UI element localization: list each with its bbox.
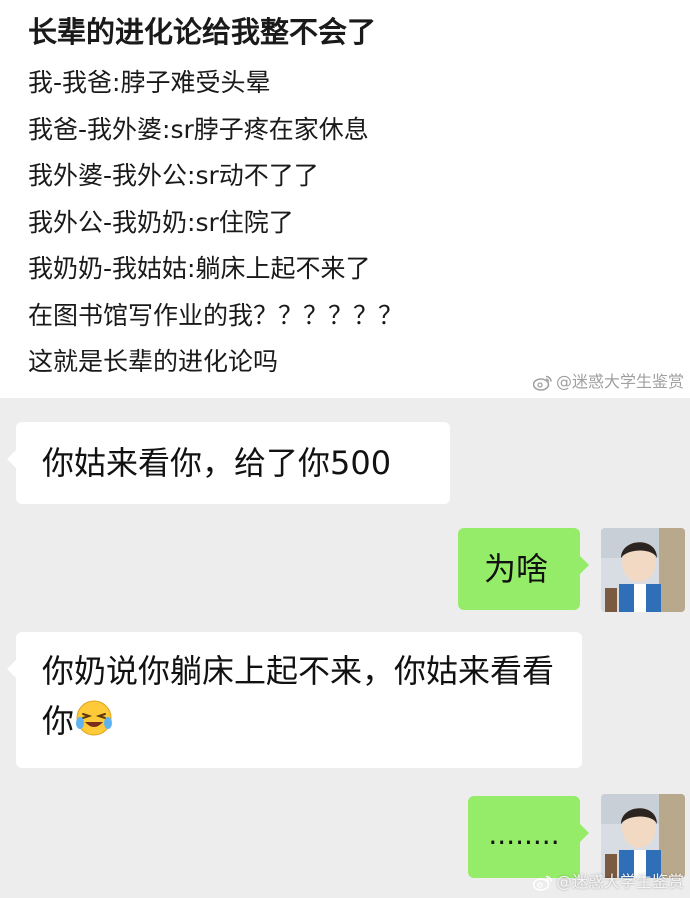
post-title: 长辈的进化论给我整不会了 [28, 15, 377, 49]
chat-bubble-outgoing[interactable]: ........ [468, 796, 589, 878]
watermark-top: @迷惑大学生鉴赏 [532, 372, 684, 392]
message-content: 你奶说你躺床上起不来，你姑来看看你 [42, 646, 562, 746]
avatar-photo [601, 528, 685, 612]
post-line-4: 我外公-我奶奶:sr住院了 [28, 207, 294, 237]
weibo-icon [532, 375, 552, 391]
avatar-photo [601, 794, 685, 878]
chat-bubble-incoming[interactable]: 你姑来看你，给了你500 [7, 422, 450, 504]
watermark-text: @迷惑大学生鉴赏 [555, 872, 684, 891]
bubble-tail [580, 556, 589, 574]
laughing-crying-face-icon [76, 700, 113, 736]
chat-screenshot: 你姑来看你，给了你500 为啥 你奶说你躺床上起不来，你姑来看看你 ......… [0, 398, 690, 898]
bubble-tail [7, 450, 16, 468]
post-line-3: 我外婆-我外公:sr动不了了 [28, 161, 319, 190]
post-line-5: 我奶奶-我姑姑:躺床上起不来了 [28, 254, 371, 283]
message-text: 为啥 [484, 550, 549, 588]
message-text: ........ [488, 818, 560, 851]
post-text-section: 长辈的进化论给我整不会了 我-我爸:脖子难受头晕 我爸-我外婆:sr脖子疼在家休… [0, 0, 690, 398]
weibo-icon [532, 875, 552, 891]
post-lines: 我-我爸:脖子难受头晕 我爸-我外婆:sr脖子疼在家休息 我外婆-我外公:sr动… [28, 60, 403, 386]
watermark-bottom: @迷惑大学生鉴赏 [532, 872, 684, 892]
avatar[interactable] [601, 794, 685, 878]
chat-bubble-incoming[interactable]: 你奶说你躺床上起不来，你姑来看看你 [7, 632, 582, 768]
message-text: 你奶说你躺床上起不来，你姑来看看你 [42, 652, 555, 740]
bubble-tail [580, 824, 589, 842]
watermark-text: @迷惑大学生鉴赏 [555, 372, 684, 391]
post-line-7: 这就是长辈的进化论吗 [28, 347, 279, 376]
avatar[interactable] [601, 528, 685, 612]
post-line-1: 我-我爸:脖子难受头晕 [28, 68, 271, 97]
bubble-tail [7, 660, 16, 678]
message-text: 你姑来看你，给了你500 [42, 444, 392, 482]
post-line-6: 在图书馆写作业的我？？？？？？ [28, 300, 404, 330]
post-line-2: 我爸-我外婆:sr脖子疼在家休息 [28, 114, 369, 144]
chat-bubble-outgoing[interactable]: 为啥 [458, 528, 589, 610]
